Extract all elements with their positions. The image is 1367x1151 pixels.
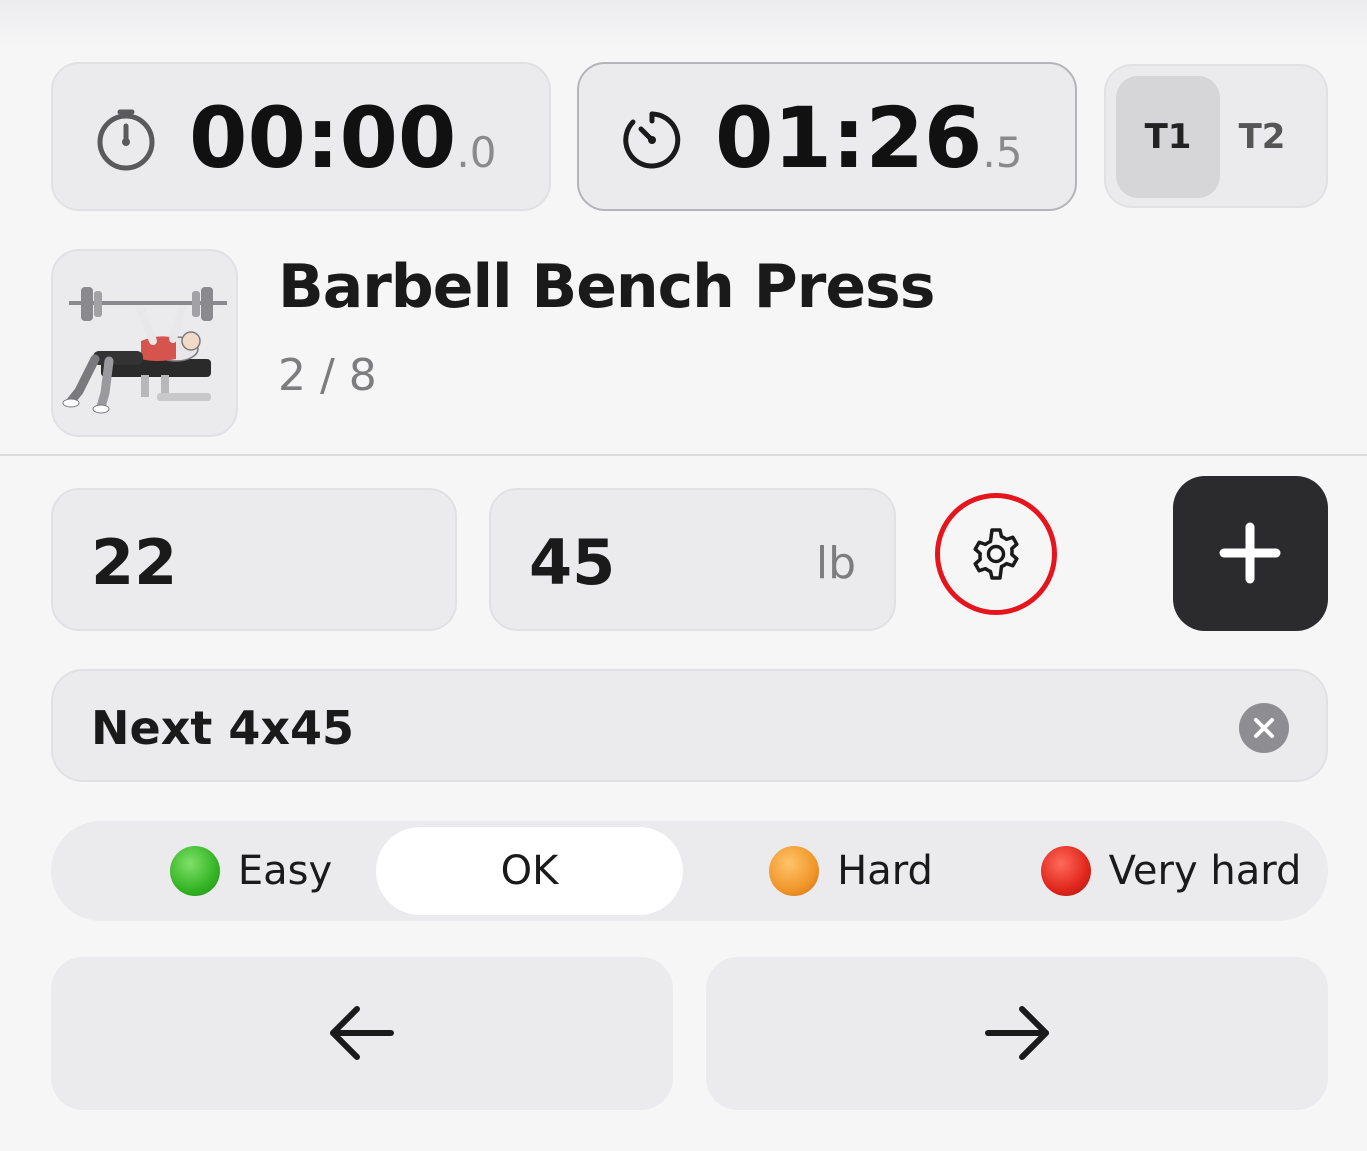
weight-input[interactable]: 45 lb: [489, 488, 896, 631]
stopwatch-main: 00:00: [189, 89, 457, 187]
clear-note-button[interactable]: [1239, 703, 1289, 753]
tab-t1[interactable]: T1: [1116, 76, 1220, 198]
top-shade: [0, 0, 1367, 50]
rest-timer[interactable]: 01:26.5: [577, 62, 1077, 211]
rest-main: 01:26: [715, 89, 983, 187]
divider: [0, 454, 1367, 456]
orange-dot-icon: [769, 846, 820, 896]
tab-t2[interactable]: T2: [1210, 76, 1314, 198]
difficulty-ok[interactable]: OK: [376, 827, 683, 915]
stopwatch-readout: 00:00.0: [189, 90, 496, 201]
weight-unit: lb: [815, 538, 856, 589]
exercise-title: Barbell Bench Press: [278, 252, 935, 322]
exercise-thumbnail[interactable]: [51, 249, 238, 437]
clear-icon: [1254, 718, 1274, 738]
reps-value: 22: [91, 526, 178, 599]
plus-icon: [1219, 522, 1281, 584]
difficulty-hard-label: Hard: [837, 848, 933, 894]
green-dot-icon: [169, 846, 220, 896]
gear-icon: [973, 528, 1019, 580]
previous-button[interactable]: [51, 957, 673, 1110]
rest-timer-icon: [623, 111, 681, 169]
difficulty-easy-label: Easy: [237, 848, 333, 894]
rest-fraction: .5: [982, 128, 1023, 177]
difficulty-very-hard[interactable]: Very hard: [1036, 827, 1306, 915]
set-progress: 2 / 8: [278, 350, 377, 401]
stopwatch-icon: [97, 109, 155, 171]
red-dot-icon: [1040, 846, 1091, 896]
weight-value: 45: [529, 526, 616, 599]
arrow-left-icon: [330, 1006, 394, 1060]
reps-input[interactable]: 22: [51, 488, 457, 631]
bench-press-illustration: [62, 287, 227, 414]
note-text: Next 4x45: [91, 701, 355, 755]
add-set-button[interactable]: [1173, 476, 1328, 631]
difficulty-hard[interactable]: Hard: [751, 827, 951, 915]
settings-button[interactable]: [935, 493, 1057, 615]
note-field[interactable]: Next 4x45: [51, 669, 1328, 782]
stopwatch-fraction: .0: [456, 128, 497, 177]
arrow-right-icon: [985, 1006, 1049, 1060]
next-button[interactable]: [706, 957, 1328, 1110]
difficulty-ok-label: OK: [500, 848, 559, 894]
stopwatch-timer[interactable]: 00:00.0: [51, 62, 551, 211]
difficulty-easy[interactable]: Easy: [121, 827, 381, 915]
difficulty-very-hard-label: Very hard: [1108, 848, 1302, 894]
timer-toggle: T1 T2: [1104, 64, 1328, 208]
difficulty-selector: Easy OK Hard Very hard: [51, 821, 1328, 921]
rest-readout: 01:26.5: [715, 90, 1022, 201]
